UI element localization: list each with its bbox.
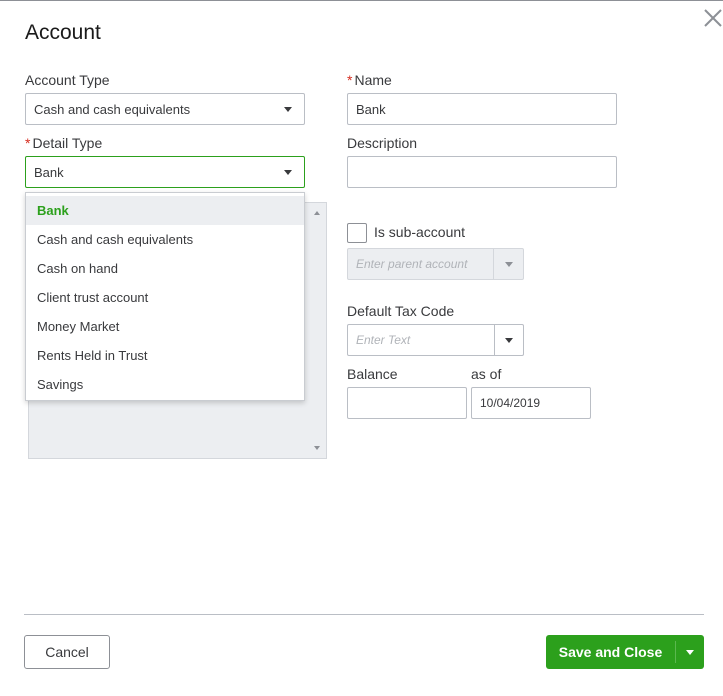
dropdown-option-money-market[interactable]: Money Market [26, 312, 304, 341]
tax-code-label: Default Tax Code [347, 303, 455, 319]
as-of-date-input[interactable]: 10/04/2019 [471, 387, 591, 419]
required-asterisk: * [347, 72, 353, 88]
footer-divider [24, 614, 704, 615]
divider [493, 249, 494, 279]
dialog-title: Account [25, 21, 101, 44]
account-type-label: Account Type [25, 72, 110, 88]
save-and-close-split-button: Save and Close [546, 635, 704, 669]
cancel-button[interactable]: Cancel [24, 635, 110, 669]
dropdown-option-savings[interactable]: Savings [26, 370, 304, 399]
sub-account-label: Is sub-account [374, 224, 466, 240]
name-label-text: Name [354, 72, 392, 88]
chevron-down-icon [505, 262, 513, 267]
account-type-value: Cash and cash equivalents [34, 101, 191, 117]
dropdown-option-cash-and-cash-equivalents[interactable]: Cash and cash equivalents [26, 225, 304, 254]
chevron-down-icon[interactable] [505, 338, 513, 343]
required-asterisk: * [25, 135, 31, 151]
as-of-label: as of [471, 366, 502, 382]
dropdown-option-bank[interactable]: Bank [26, 196, 304, 225]
chevron-down-icon [284, 107, 292, 112]
dropdown-option-rents-held-in-trust[interactable]: Rents Held in Trust [26, 341, 304, 370]
description-input[interactable] [347, 156, 617, 188]
balance-input[interactable] [347, 387, 467, 419]
account-type-select[interactable]: Cash and cash equivalents [25, 93, 305, 125]
chevron-down-icon [284, 170, 292, 175]
close-icon[interactable] [702, 7, 723, 29]
parent-account-placeholder: Enter parent account [356, 257, 468, 271]
sub-account-checkbox[interactable] [347, 223, 367, 243]
detail-type-label: * Detail Type [25, 135, 102, 151]
detail-type-select[interactable]: Bank [25, 156, 305, 188]
detail-type-dropdown-list: Bank Cash and cash equivalents Cash on h… [25, 192, 305, 401]
parent-account-select: Enter parent account [347, 248, 524, 280]
chevron-down-icon [686, 650, 694, 655]
save-and-close-button[interactable]: Save and Close [546, 635, 675, 669]
save-options-button[interactable] [676, 635, 704, 669]
detail-type-label-text: Detail Type [32, 135, 103, 151]
dropdown-option-cash-on-hand[interactable]: Cash on hand [26, 254, 304, 283]
tax-code-placeholder: Enter Text [356, 333, 411, 347]
divider [494, 325, 495, 355]
name-label: * Name [347, 72, 392, 88]
tax-code-combobox[interactable]: Enter Text [347, 324, 524, 356]
name-value: Bank [356, 101, 386, 117]
scroll-up-icon[interactable] [314, 211, 320, 215]
name-input[interactable]: Bank [347, 93, 617, 125]
as-of-date-value: 10/04/2019 [480, 396, 541, 410]
description-label: Description [347, 135, 418, 151]
dropdown-option-client-trust-account[interactable]: Client trust account [26, 283, 304, 312]
balance-label: Balance [347, 366, 398, 382]
detail-type-value: Bank [34, 164, 64, 180]
scroll-down-icon[interactable] [314, 446, 320, 450]
